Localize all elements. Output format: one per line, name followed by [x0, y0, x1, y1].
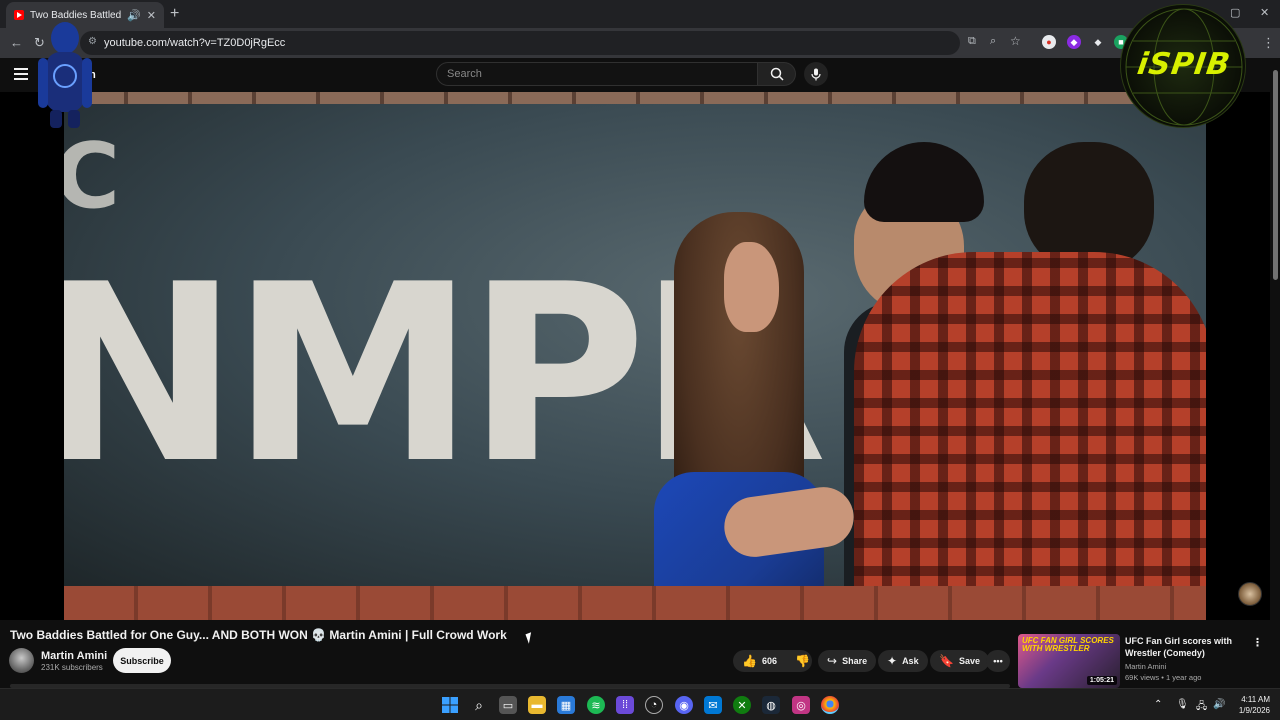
more-actions-button[interactable]: •••	[986, 650, 1010, 672]
recommended-thumbnail[interactable]: UFC FAN GIRL SCORES WITH WRESTLER 1:05:2…	[1018, 634, 1120, 688]
menu-hamburger-icon[interactable]	[14, 68, 28, 80]
share-button[interactable]: ↪ Share	[818, 650, 877, 672]
tray-chevron-icon[interactable]: ⌃	[1154, 699, 1162, 710]
search-icon	[770, 67, 784, 81]
youtube-header: m Search	[0, 58, 1280, 92]
microsoft-store-icon[interactable]: ▦	[557, 696, 575, 714]
sparkle-icon: ✦	[887, 654, 898, 668]
like-count[interactable]: 606	[762, 656, 777, 666]
file-explorer-icon[interactable]: ▬	[528, 696, 546, 714]
instagram-icon[interactable]: ◎	[792, 696, 810, 714]
bookmark-star-icon[interactable]: ☆	[1010, 34, 1021, 48]
volume-icon[interactable]: 🔊	[1213, 699, 1225, 710]
address-bar[interactable]: ⚙ youtube.com/watch?v=TZ0D0jRgEcc ⧉ ⌕ ☆	[80, 31, 1021, 55]
like-dislike-group: 👍 606 👎	[733, 650, 812, 672]
sign-letter-partial: C	[64, 124, 120, 229]
network-icon[interactable]: 🖧	[1196, 699, 1207, 716]
tab-close-icon[interactable]: ✕	[147, 9, 156, 22]
video-player[interactable]: C NMPR	[0, 92, 1270, 620]
channel-name[interactable]: Martin Amini	[41, 650, 107, 662]
share-icon: ↪	[827, 654, 838, 668]
window-close-icon[interactable]: ✕	[1260, 6, 1269, 19]
brick-wall-top	[64, 92, 1206, 104]
ask-label: Ask	[902, 656, 919, 666]
scrollbar-thumb[interactable]	[1273, 70, 1278, 280]
recommended-title[interactable]: UFC Fan Girl scores with Wrestler (Comed…	[1125, 635, 1245, 659]
person-woman	[654, 212, 844, 620]
zoom-icon[interactable]: ⌕	[990, 35, 996, 48]
xbox-icon[interactable]: ✕	[733, 696, 751, 714]
extension-icon-3[interactable]: ◆	[1091, 35, 1105, 49]
video-title: Two Baddies Battled for One Guy... AND B…	[10, 628, 507, 642]
video-frame: C NMPR	[64, 92, 1206, 620]
microphone-icon	[811, 68, 821, 80]
windows-start-icon[interactable]	[441, 696, 459, 714]
subscribe-button[interactable]: Subscribe	[113, 648, 171, 673]
url-text: youtube.com/watch?v=TZ0D0jRgEcc	[104, 37, 286, 49]
voice-search-button[interactable]	[804, 62, 828, 86]
bookmark-icon: 🔖	[939, 654, 954, 668]
audio-icon[interactable]: 🔊	[127, 9, 141, 22]
browser-menu-icon[interactable]: ⋮	[1262, 35, 1275, 51]
steam-icon[interactable]: ◍	[762, 696, 780, 714]
mascot-overlay-icon	[38, 22, 92, 128]
brick-wall-bottom	[64, 586, 1206, 620]
app-grid-icon[interactable]: ⁞⁞	[616, 696, 634, 714]
clock-date: 1/9/2026	[1238, 706, 1270, 715]
overlay-logo-text: iSPIB	[1135, 47, 1233, 82]
floating-avatar[interactable]	[1238, 582, 1262, 606]
save-button[interactable]: 🔖 Save	[930, 650, 989, 672]
task-view-icon[interactable]: ▭	[499, 696, 517, 714]
thumbnail-text: UFC FAN GIRL SCORES WITH WRESTLER	[1022, 636, 1114, 653]
kebab-menu-icon[interactable]: ⋮	[1252, 636, 1263, 649]
channel-avatar[interactable]	[9, 648, 34, 673]
recommended-meta: 69K views • 1 year ago	[1125, 673, 1202, 682]
mail-icon[interactable]: ✉	[704, 696, 722, 714]
back-icon[interactable]: ←	[10, 35, 23, 50]
browser-toolbar: ← ↻ ⚙ youtube.com/watch?v=TZ0D0jRgEcc ⧉ …	[0, 28, 1280, 58]
recommended-video[interactable]: UFC FAN GIRL SCORES WITH WRESTLER 1:05:2…	[1018, 634, 1268, 688]
system-clock[interactable]: 4:11 AM 1/9/2026	[1230, 694, 1270, 716]
new-tab-button[interactable]: +	[170, 5, 179, 23]
chrome-icon[interactable]	[821, 696, 839, 714]
video-duration: 1:05:21	[1086, 676, 1117, 685]
taskbar-search-icon[interactable]: ⌕	[470, 696, 488, 714]
save-label: Save	[958, 656, 980, 666]
discord-icon[interactable]: ◉	[675, 696, 693, 714]
globe-logo-overlay: iSPIB	[1120, 4, 1246, 128]
cast-icon[interactable]: ⧉	[968, 35, 976, 48]
extension-icon-1[interactable]: ●	[1042, 35, 1056, 49]
search-button[interactable]	[758, 62, 796, 86]
person-flannel	[854, 142, 1206, 620]
spotify-icon[interactable]: ≋	[587, 696, 605, 714]
extension-icon-2[interactable]: ◆	[1067, 35, 1081, 49]
recommended-channel[interactable]: Martin Amini	[1125, 662, 1166, 671]
browser-tab-strip: Two Baddies Battled for One Guy 🔊 ✕ + — …	[0, 0, 1280, 28]
like-icon[interactable]: 👍	[742, 654, 757, 668]
clock-time: 4:11 AM	[1241, 695, 1270, 704]
obs-icon[interactable]: ◔	[645, 696, 663, 714]
youtube-favicon-icon	[14, 10, 24, 20]
ask-button[interactable]: ✦ Ask	[878, 650, 928, 672]
windows-taskbar: ⌕ ▭ ▬ ▦ ≋ ⁞⁞ ◔ ◉ ✉ ✕ ◍ ◎ ⌃ 🎙 🖧 🔊 4:11 AM…	[0, 688, 1280, 720]
tray-mic-icon[interactable]: 🎙	[1176, 699, 1189, 710]
subscriber-count: 231K subscribers	[41, 663, 103, 672]
share-label: Share	[842, 656, 868, 666]
search-input[interactable]: Search	[436, 62, 758, 86]
page-scrollbar[interactable]	[1270, 58, 1280, 688]
mouse-cursor	[525, 632, 535, 644]
dislike-icon[interactable]: 👎	[795, 654, 810, 668]
